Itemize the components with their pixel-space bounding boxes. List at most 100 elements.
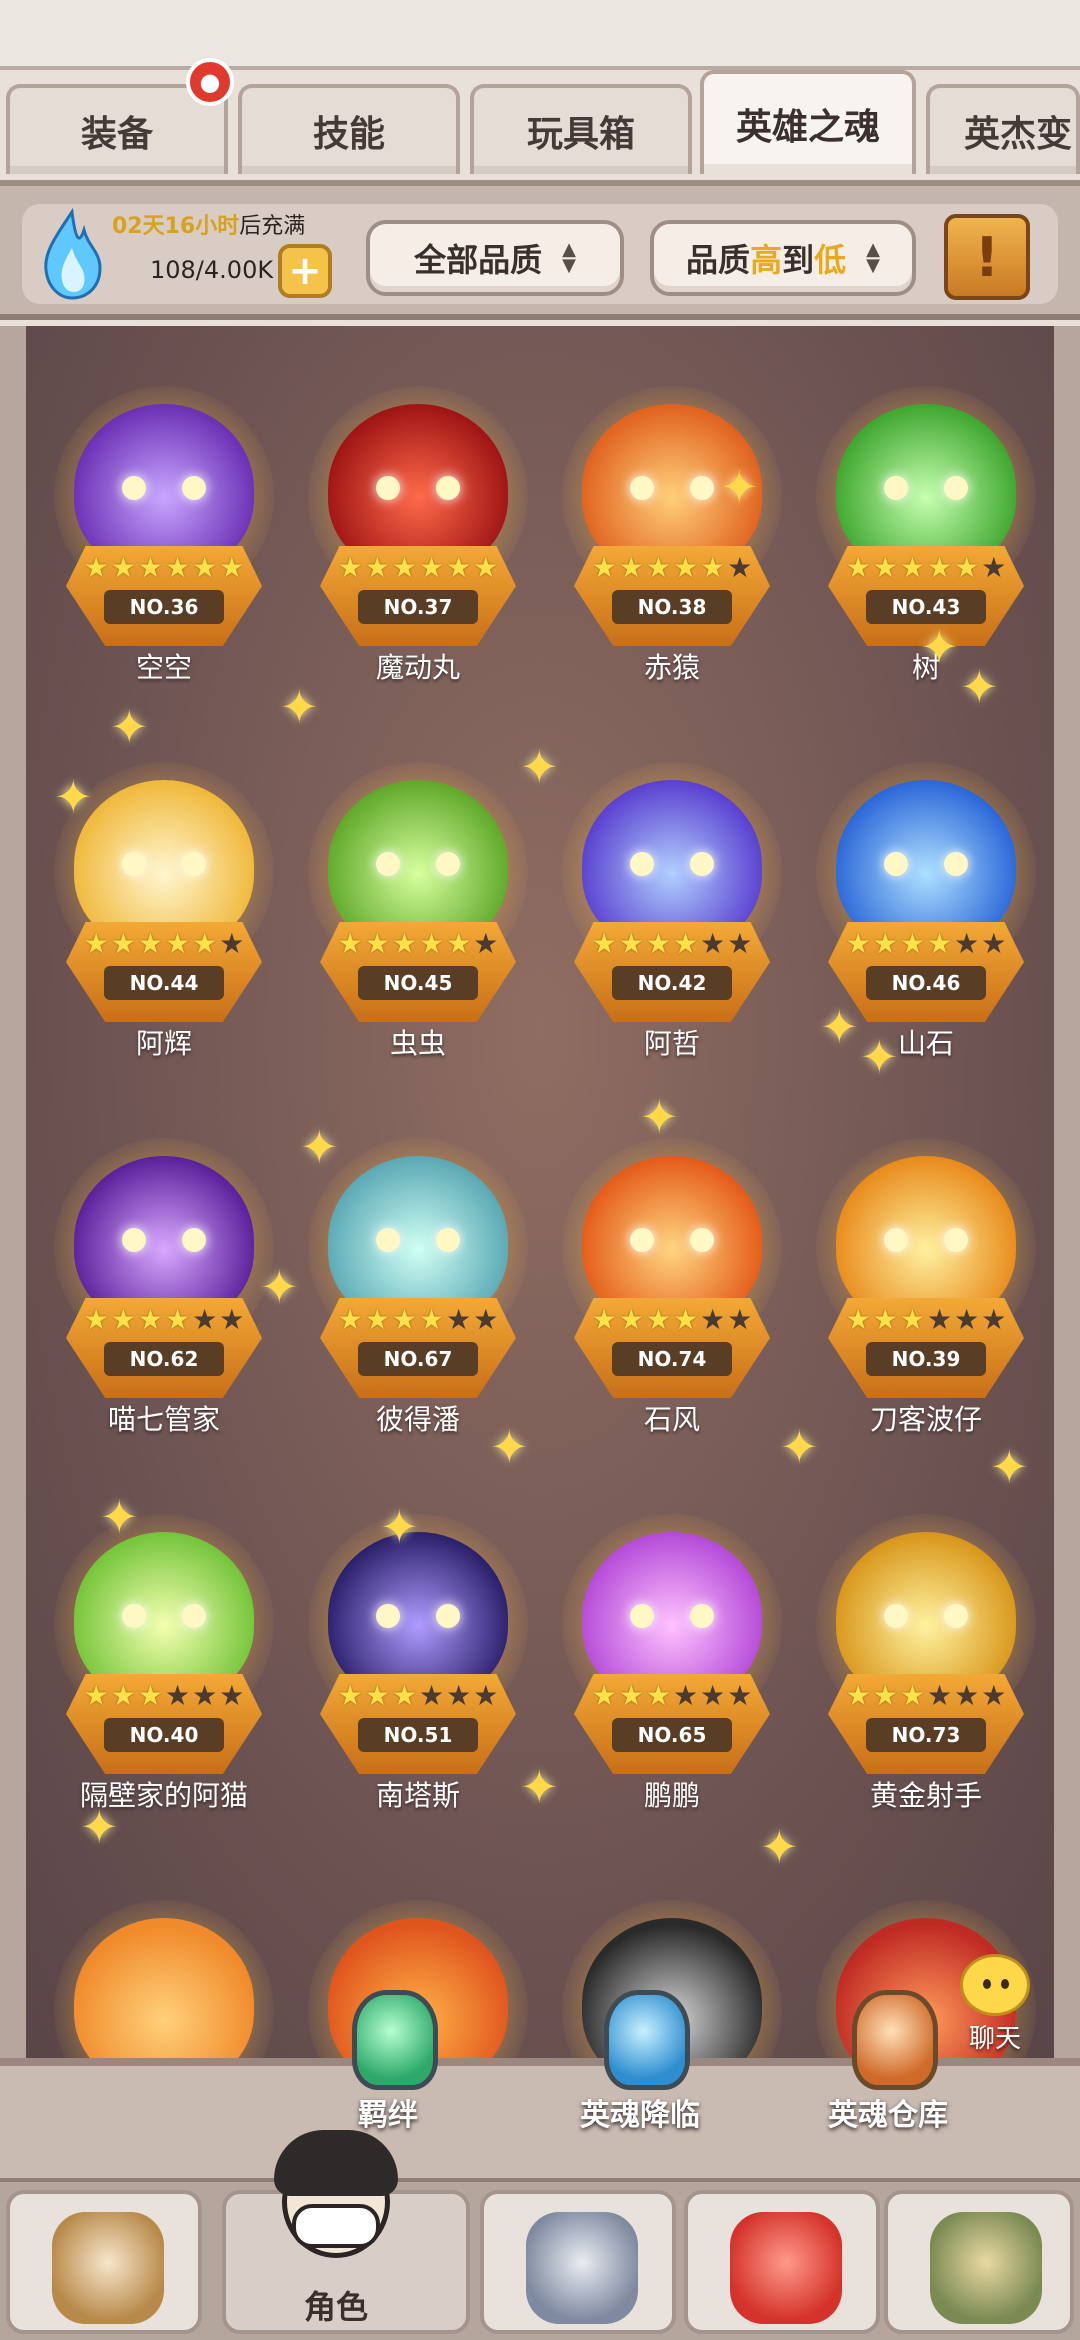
hero-name: 空空 — [135, 651, 192, 684]
nav-tab-pet[interactable] — [684, 2190, 880, 2334]
chat-smiley-icon — [960, 1954, 1030, 2016]
nav-tab-battle[interactable] — [480, 2190, 676, 2334]
hero-number: NO.73 — [866, 1718, 986, 1752]
hero-card[interactable]: ★ ★ ★ ★ ★ ★ NO.65 鹏鹏 — [552, 1504, 792, 1844]
hero-name: 阿辉 — [135, 1027, 192, 1060]
star-icon: ★ — [219, 927, 245, 960]
hero-card[interactable]: ★ ★ ★ ★ ★ ★ NO.62 喵七管家 — [44, 1128, 284, 1468]
frame-right — [1054, 326, 1080, 2086]
hero-name: 黄金射手 — [869, 1779, 982, 1812]
hero-card[interactable]: ★ ★ ★ ★ ★ ★ NO.42 阿哲 — [552, 752, 792, 1092]
star-rating: ★ ★ ★ ★ ★ ★ — [838, 552, 1014, 584]
hero-name: 南塔斯 — [375, 1779, 460, 1812]
green-gem-icon — [352, 1990, 438, 2090]
hero-card[interactable]: ★ ★ ★ ★ ★ ★ NO.40 隔壁家的阿猫 — [44, 1504, 284, 1844]
red-dino-icon — [730, 2212, 842, 2324]
hero-number: NO.51 — [358, 1718, 478, 1752]
hero-eyes — [376, 476, 460, 516]
star-rating: ★ ★ ★ ★ ★ ★ — [330, 1304, 506, 1336]
hero-eyes — [376, 1604, 460, 1644]
add-soul-button[interactable]: + — [278, 244, 332, 298]
hero-eyes — [122, 1604, 206, 1644]
nav-tab-tribe[interactable] — [884, 2190, 1074, 2334]
hero-number: NO.42 — [612, 966, 732, 1000]
star-icon: ★ — [872, 1679, 898, 1712]
hero-eyes — [122, 852, 206, 892]
star-icon: ★ — [337, 551, 363, 584]
nav-tab-camp[interactable] — [6, 2190, 202, 2334]
star-icon: ★ — [618, 551, 644, 584]
hero-card[interactable]: ★ ★ ★ ★ ★ ★ NO.51 南塔斯 — [298, 1504, 538, 1844]
tab-skills[interactable]: 技能 — [238, 84, 460, 174]
star-icon: ★ — [391, 927, 417, 960]
hero-name: 虫虫 — [389, 1027, 446, 1060]
refill-timer: 02天16小时后充满 — [112, 208, 305, 240]
bond-button[interactable]: 羁绊 — [278, 1990, 498, 2140]
star-icon: ★ — [618, 1679, 644, 1712]
hero-eyes — [630, 852, 714, 892]
sparkle-icon: ✦ — [780, 1420, 819, 1474]
star-icon: ★ — [83, 927, 109, 960]
star-icon: ★ — [727, 1303, 753, 1336]
chat-button[interactable]: 聊天 — [940, 1954, 1050, 2064]
hero-eyes — [630, 1228, 714, 1268]
sparkle-icon: ✦ — [990, 1440, 1029, 1494]
info-scroll-button[interactable]: ! — [944, 214, 1030, 300]
tab-toybox[interactable]: 玩具箱 — [470, 84, 692, 174]
star-icon: ★ — [192, 927, 218, 960]
star-rating: ★ ★ ★ ★ ★ ★ — [838, 1304, 1014, 1336]
quality-filter-select[interactable]: 全部品质 ▲ ▼ — [366, 220, 624, 296]
character-avatar-icon — [268, 2130, 404, 2280]
sort-prefix: 品质 — [686, 241, 751, 279]
blue-flame-icon — [44, 208, 102, 300]
hero-name: 刀客波仔 — [869, 1403, 982, 1436]
star-icon: ★ — [110, 927, 136, 960]
star-icon: ★ — [446, 927, 472, 960]
hero-eyes — [630, 1604, 714, 1644]
tab-bar: 装备 技能 玩具箱 英雄之魂 英杰变 — [0, 62, 1080, 182]
hero-card[interactable]: ★ ★ ★ ★ ★ ★ NO.45 虫虫 — [298, 752, 538, 1092]
hero-card[interactable]: ★ ★ ★ ★ ★ ★ NO.67 彼得潘 — [298, 1128, 538, 1468]
star-icon: ★ — [981, 1303, 1007, 1336]
hero-card[interactable]: ★ ★ ★ ★ ★ ★ NO.38 赤猿 — [552, 376, 792, 716]
hero-eyes — [884, 476, 968, 516]
star-rating: ★ ★ ★ ★ ★ ★ — [330, 928, 506, 960]
star-icon: ★ — [981, 1679, 1007, 1712]
star-rating: ★ ★ ★ ★ ★ ★ — [584, 1680, 760, 1712]
hero-card-partial[interactable] — [44, 1890, 284, 2060]
bond-label: 羁绊 — [358, 2098, 418, 2133]
star-icon: ★ — [727, 1679, 753, 1712]
hero-card[interactable]: ★ ★ ★ ★ ★ ★ NO.73 黄金射手 — [806, 1504, 1046, 1844]
star-icon: ★ — [83, 1303, 109, 1336]
soul-descend-button[interactable]: 英魂降临 — [530, 1990, 750, 2140]
sparkle-icon: ✦ — [54, 770, 93, 824]
hero-eyes — [122, 476, 206, 516]
sparkle-icon: ✦ — [520, 740, 559, 794]
star-icon: ★ — [845, 927, 871, 960]
sparkle-icon: ✦ — [380, 1500, 419, 1554]
hero-name: 魔动丸 — [375, 651, 460, 684]
star-icon: ★ — [872, 1303, 898, 1336]
star-icon: ★ — [192, 1303, 218, 1336]
star-icon: ★ — [165, 1679, 191, 1712]
star-icon: ★ — [927, 1303, 953, 1336]
sparkle-icon: ✦ — [80, 1800, 119, 1854]
tab-hero-transform[interactable]: 英杰变 — [926, 84, 1080, 174]
star-icon: ★ — [219, 551, 245, 584]
star-icon: ★ — [954, 1679, 980, 1712]
hero-number: NO.36 — [104, 590, 224, 624]
star-icon: ★ — [954, 927, 980, 960]
hero-card[interactable]: ★ ★ ★ ★ ★ ★ NO.36 空空 — [44, 376, 284, 716]
hero-card[interactable]: ★ ★ ★ ★ ★ ★ NO.39 刀客波仔 — [806, 1128, 1046, 1468]
star-icon: ★ — [165, 1303, 191, 1336]
sort-order-select[interactable]: 品质高到低 ▲ ▼ — [650, 220, 916, 296]
soul-count: 108/4.00K — [150, 256, 274, 284]
hero-card[interactable]: ★ ★ ★ ★ ★ ★ NO.37 魔动丸 — [298, 376, 538, 716]
tab-hero-soul[interactable]: 英雄之魂 — [700, 70, 916, 174]
hero-eyes — [122, 1228, 206, 1268]
hero-name: 赤猿 — [643, 651, 700, 684]
hero-eyes — [884, 1604, 968, 1644]
blue-gem-icon — [604, 1990, 690, 2090]
hero-card[interactable]: ★ ★ ★ ★ ★ ★ NO.74 石风 — [552, 1128, 792, 1468]
star-icon: ★ — [981, 551, 1007, 584]
